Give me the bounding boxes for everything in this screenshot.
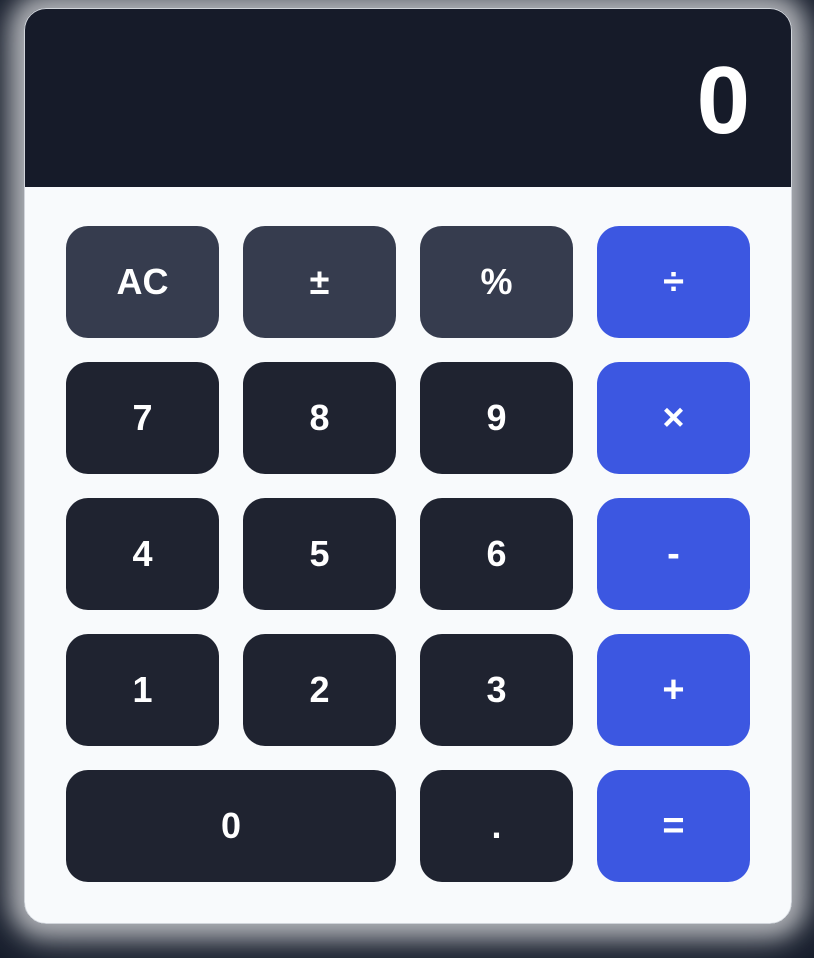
digit-2-label: 2 <box>309 669 330 710</box>
digit-7-button[interactable]: 7 <box>66 362 219 474</box>
multiply-label: × <box>662 396 685 439</box>
decimal-label: . <box>491 805 502 846</box>
divide-label: ÷ <box>663 260 684 303</box>
multiply-button[interactable]: × <box>597 362 750 474</box>
digit-8-button[interactable]: 8 <box>243 362 396 474</box>
decimal-button[interactable]: . <box>420 770 573 882</box>
add-label: + <box>662 668 685 711</box>
digit-0-button[interactable]: 0 <box>66 770 396 882</box>
sign-toggle-button[interactable]: ± <box>243 226 396 338</box>
display-value: 0 <box>696 47 751 154</box>
clear-label: AC <box>116 261 169 302</box>
digit-3-label: 3 <box>486 669 507 710</box>
equals-label: = <box>662 804 685 847</box>
digit-4-label: 4 <box>132 533 153 574</box>
digit-2-button[interactable]: 2 <box>243 634 396 746</box>
calculator: 0 AC ± % ÷ 7 8 9 × 4 5 6 - 1 2 3 + 0 . = <box>24 8 792 924</box>
digit-6-label: 6 <box>486 533 507 574</box>
digit-8-label: 8 <box>309 397 330 438</box>
percent-button[interactable]: % <box>420 226 573 338</box>
percent-label: % <box>480 261 513 302</box>
digit-1-button[interactable]: 1 <box>66 634 219 746</box>
display-panel: 0 <box>25 9 791 187</box>
digit-4-button[interactable]: 4 <box>66 498 219 610</box>
equals-button[interactable]: = <box>597 770 750 882</box>
digit-7-label: 7 <box>132 397 153 438</box>
subtract-button[interactable]: - <box>597 498 750 610</box>
digit-6-button[interactable]: 6 <box>420 498 573 610</box>
digit-3-button[interactable]: 3 <box>420 634 573 746</box>
digit-0-label: 0 <box>220 805 242 846</box>
subtract-label: - <box>667 532 680 575</box>
divide-button[interactable]: ÷ <box>597 226 750 338</box>
clear-button[interactable]: AC <box>66 226 219 338</box>
add-button[interactable]: + <box>597 634 750 746</box>
digit-9-button[interactable]: 9 <box>420 362 573 474</box>
digit-5-label: 5 <box>309 533 330 574</box>
digit-5-button[interactable]: 5 <box>243 498 396 610</box>
sign-toggle-label: ± <box>309 261 330 302</box>
digit-9-label: 9 <box>486 397 507 438</box>
digit-1-label: 1 <box>132 669 153 710</box>
